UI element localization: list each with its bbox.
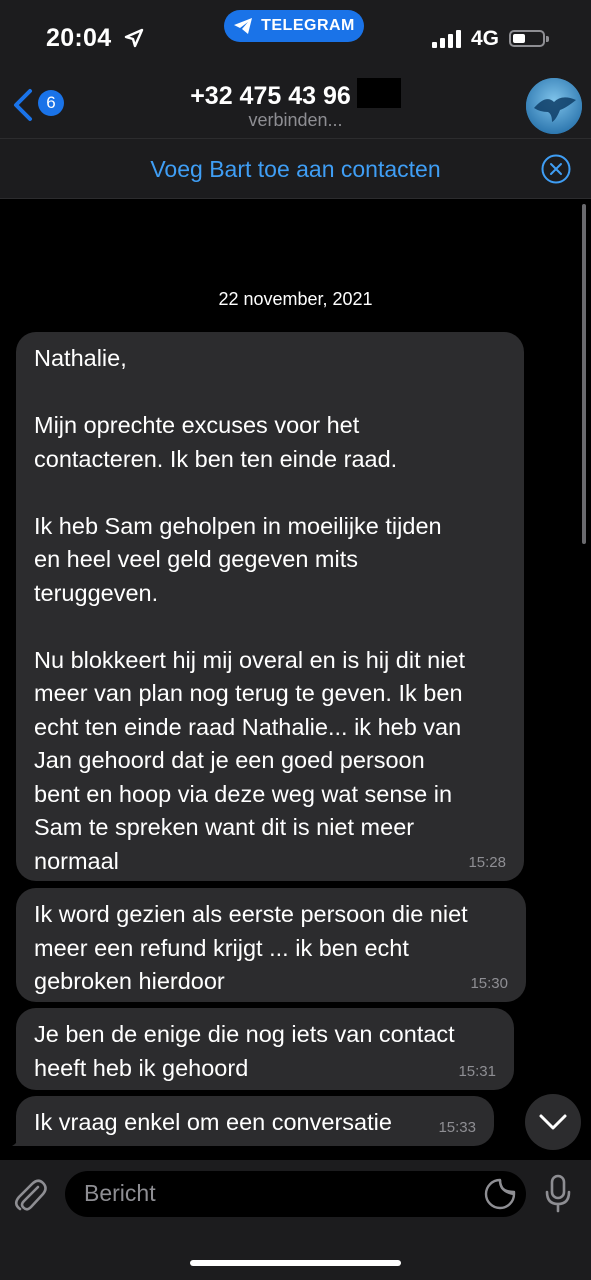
chat-subtitle: verbinden... <box>248 110 343 130</box>
message-text: Ik vraag enkel om een conversatie <box>34 1109 392 1135</box>
message-bubble[interactable]: Ik word gezien als eerste persoon die ni… <box>16 888 526 1002</box>
status-time: 20:04 <box>46 24 112 52</box>
add-contact-link[interactable]: Voeg Bart toe aan contacten <box>0 156 591 183</box>
microphone-icon[interactable] <box>544 1174 572 1214</box>
message-bubble[interactable]: Je ben de enige die nog iets van contact… <box>16 1008 514 1090</box>
scroll-down-button[interactable] <box>525 1094 581 1150</box>
message-text: Nathalie, Mijn oprechte excuses voor het… <box>34 345 466 874</box>
avatar[interactable] <box>526 78 582 134</box>
message-text: Je ben de enige die nog iets van contact… <box>34 1021 455 1081</box>
chat-title-text: +32 475 43 96 <box>190 82 351 110</box>
chevron-down-icon <box>539 1114 567 1130</box>
network-type: 4G <box>471 27 500 50</box>
home-indicator[interactable] <box>190 1260 401 1266</box>
telegram-pill-label: TELEGRAM <box>261 17 355 34</box>
location-arrow-icon <box>124 28 144 48</box>
message-bubble[interactable]: Nathalie, Mijn oprechte excuses voor het… <box>16 332 524 881</box>
message-bubble[interactable]: Ik vraag enkel om een conversatie 15:33 <box>16 1096 494 1146</box>
battery-icon <box>509 30 549 47</box>
paperclip-icon[interactable] <box>14 1175 50 1213</box>
message-input-placeholder: Bericht <box>84 1180 156 1206</box>
message-text: Ik word gezien als eerste persoon die ni… <box>34 901 468 994</box>
close-circle-icon[interactable] <box>540 153 572 185</box>
date-separator: 22 november, 2021 <box>218 289 373 309</box>
chat-title[interactable]: +32 475 43 96 <box>0 78 591 111</box>
signal-icon <box>432 30 461 48</box>
chat-scrollbar[interactable] <box>582 204 586 544</box>
telegram-return-pill[interactable]: TELEGRAM <box>224 10 364 42</box>
sticker-icon[interactable] <box>484 1178 516 1210</box>
redaction-block <box>356 78 401 108</box>
manta-ray-avatar-icon <box>526 78 582 134</box>
message-time: 15:33 <box>438 1119 476 1136</box>
message-time: 15:30 <box>470 975 508 992</box>
message-time: 15:28 <box>468 854 506 871</box>
message-time: 15:31 <box>458 1063 496 1080</box>
telegram-plane-icon <box>234 18 253 34</box>
